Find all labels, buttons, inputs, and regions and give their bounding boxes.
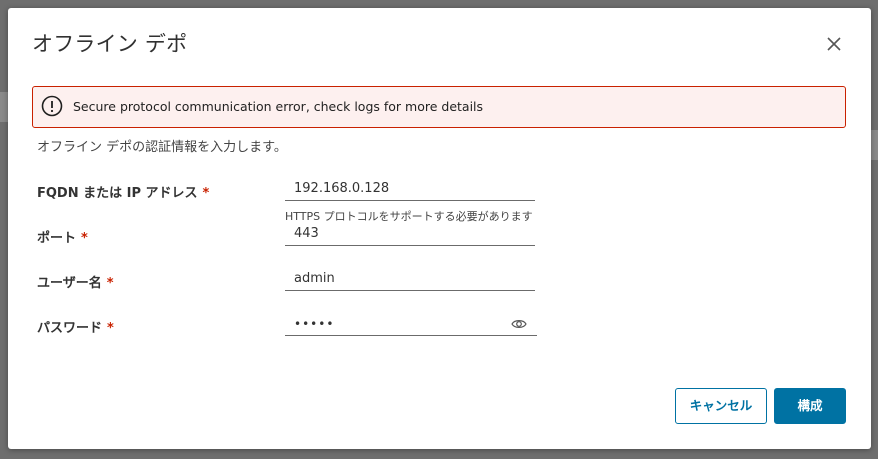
username-label: ユーザー名 *	[37, 272, 114, 291]
cancel-button[interactable]: キャンセル	[675, 388, 767, 424]
error-alert: Secure protocol communication error, che…	[32, 86, 846, 128]
username-label-text: ユーザー名	[37, 276, 102, 291]
close-button[interactable]	[822, 32, 846, 56]
eye-icon[interactable]	[511, 316, 527, 332]
host-label-text: FQDN または IP アドレス	[37, 186, 198, 201]
required-mark: *	[107, 321, 114, 336]
exclamation-circle-icon	[41, 95, 63, 117]
port-label-text: ポート	[37, 231, 77, 246]
password-value: •••••	[294, 317, 335, 331]
port-value: 443	[294, 226, 319, 241]
password-label-text: パスワード	[37, 321, 103, 336]
password-input[interactable]: •••••	[285, 312, 537, 336]
background-fragment	[0, 92, 8, 122]
required-mark: *	[81, 231, 88, 246]
alert-message: Secure protocol communication error, che…	[73, 99, 484, 114]
configure-button[interactable]: 構成	[774, 388, 846, 424]
port-label: ポート *	[37, 227, 88, 246]
background-fragment	[871, 130, 878, 160]
port-input[interactable]: 443	[285, 222, 535, 246]
username-input[interactable]: admin	[285, 267, 535, 291]
required-mark: *	[106, 276, 114, 291]
password-label: パスワード *	[37, 317, 114, 336]
host-value: 192.168.0.128	[294, 181, 390, 196]
username-value: admin	[294, 271, 335, 286]
host-label: FQDN または IP アドレス *	[37, 182, 209, 201]
close-icon	[827, 37, 841, 51]
required-mark: *	[202, 186, 210, 201]
dialog-title: オフライン デポ	[32, 32, 188, 56]
host-input[interactable]: 192.168.0.128	[285, 177, 535, 201]
dialog-description: オフライン デポの認証情報を入力します。	[37, 140, 287, 155]
offline-depot-dialog: オフライン デポ Secure protocol communication e…	[8, 8, 871, 449]
